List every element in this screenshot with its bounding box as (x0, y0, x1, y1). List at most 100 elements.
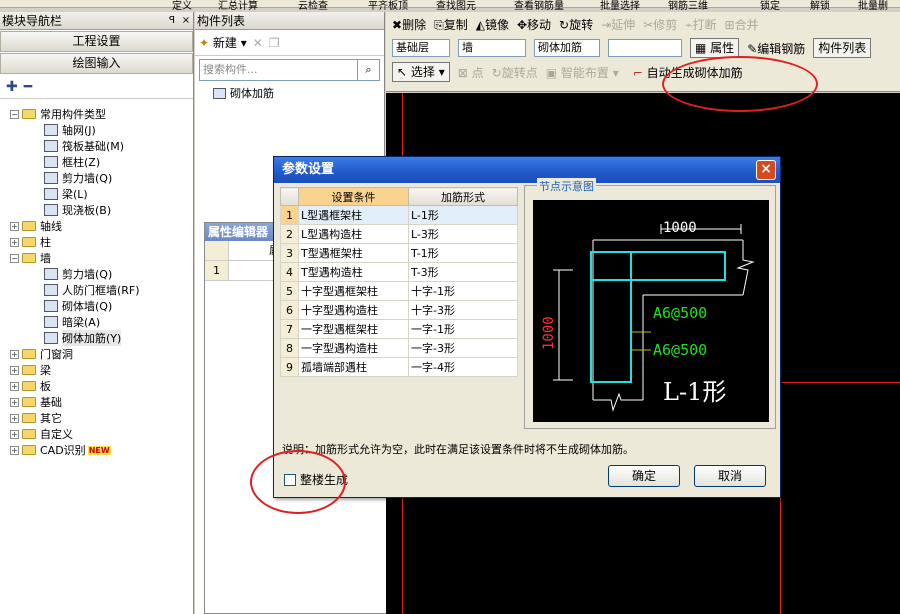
table-row[interactable]: 1 L型遇框架柱 L-1形 (280, 205, 518, 225)
component-item[interactable]: 砌体加筋 (213, 85, 384, 101)
toolbar-button-extend[interactable]: ⇥延伸 (601, 16, 635, 33)
tree-item[interactable]: 剪力墙(Q) (0, 266, 193, 282)
expand-icon[interactable]: + (10, 381, 19, 391)
expand-icon[interactable]: + (10, 445, 19, 455)
top-toolbar-item[interactable]: 解锁 (810, 0, 830, 12)
top-toolbar-item[interactable]: 定义 (172, 0, 192, 12)
condition-cell[interactable]: 十字型遇构造柱 (298, 300, 409, 320)
expand-icon[interactable]: + (10, 237, 19, 247)
form-cell[interactable]: L-1形 (408, 205, 518, 225)
top-toolbar-item[interactable]: 查找图元 (436, 0, 476, 12)
toolbar-button-break[interactable]: ⌁打断 (685, 16, 716, 33)
tree-item[interactable]: − 墙 (0, 250, 193, 266)
tree-item[interactable]: + 自定义 (0, 426, 193, 442)
condition-cell[interactable]: 十字型遇框架柱 (298, 281, 409, 301)
condition-cell[interactable]: 一字型遇框架柱 (298, 319, 409, 339)
expand-icon[interactable]: + (10, 349, 19, 359)
top-toolbar-item[interactable]: 云检查 (298, 0, 328, 12)
tree-item[interactable]: + 其它 (0, 410, 193, 426)
search-icon[interactable]: ⌕ (358, 59, 380, 81)
properties-button[interactable]: ▦ 属性 (690, 38, 740, 58)
table-row[interactable]: 2 L型遇构造柱 L-3形 (280, 224, 518, 244)
collapse-icon[interactable]: − (10, 253, 19, 263)
form-cell[interactable]: L-3形 (408, 224, 518, 244)
tree-item[interactable]: 砌体加筋(Y) (0, 330, 193, 346)
condition-cell[interactable]: T型遇构造柱 (298, 262, 409, 282)
top-toolbar-item[interactable]: 批量删 (858, 0, 888, 12)
form-cell[interactable]: 一字-3形 (408, 338, 518, 358)
new-component-button[interactable]: ✦ 新建 ▾ (199, 34, 247, 51)
collapse-all-icon[interactable]: ━ (24, 79, 32, 95)
top-toolbar-item[interactable]: 锁定 (760, 0, 780, 12)
top-toolbar-item[interactable]: 批量选择 (600, 0, 640, 12)
component-search-input[interactable]: 搜索构件... (199, 59, 358, 81)
table-row[interactable]: 9 孤墙端部遇柱 一字-4形 (280, 357, 518, 377)
form-cell[interactable]: T-3形 (408, 262, 518, 282)
tree-item[interactable]: + 柱 (0, 234, 193, 250)
smart-layout-button[interactable]: ▣ 智能布置 ▾ (546, 64, 619, 81)
condition-cell[interactable]: L型遇框架柱 (298, 205, 409, 225)
toolbar-button-move[interactable]: ✥移动 (517, 16, 551, 33)
type-dropdown[interactable]: 墙 (458, 39, 526, 57)
close-icon[interactable]: × (179, 15, 193, 26)
edit-rebar-button[interactable]: ✎编辑钢筋 (747, 40, 805, 57)
form-cell[interactable]: 十字-3形 (408, 300, 518, 320)
condition-cell[interactable]: T型遇框架柱 (298, 243, 409, 263)
floor-dropdown[interactable]: 基础层 (392, 39, 450, 57)
expand-icon[interactable]: + (10, 365, 19, 375)
tree-item[interactable]: + 板 (0, 378, 193, 394)
table-row[interactable]: 7 一字型遇框架柱 一字-1形 (280, 319, 518, 339)
condition-cell[interactable]: L型遇构造柱 (298, 224, 409, 244)
rotate-point-button[interactable]: ↻旋转点 (492, 64, 538, 81)
top-toolbar-item[interactable]: 钢筋三维 (668, 0, 708, 12)
project-settings-button[interactable]: 工程设置 (0, 31, 193, 52)
instance-dropdown[interactable] (608, 39, 682, 57)
expand-all-icon[interactable]: ✚ (6, 79, 18, 95)
expand-icon[interactable]: + (10, 397, 19, 407)
form-cell[interactable]: T-1形 (408, 243, 518, 263)
condition-cell[interactable]: 一字型遇构造柱 (298, 338, 409, 358)
toolbar-button-trim[interactable]: ✂修剪 (643, 16, 677, 33)
toolbar-button-merge[interactable]: ⊞合并 (725, 16, 759, 33)
cancel-button[interactable]: 取消 (694, 465, 766, 487)
copy-component-icon[interactable]: ❐ (269, 36, 280, 50)
tree-item[interactable]: 剪力墙(Q) (0, 170, 193, 186)
expand-icon[interactable]: + (10, 413, 19, 423)
form-cell[interactable]: 一字-4形 (408, 357, 518, 377)
tree-item[interactable]: + 轴线 (0, 218, 193, 234)
top-toolbar-item[interactable]: 查看钢筋量 (514, 0, 564, 12)
tree-item[interactable]: 现浇板(B) (0, 202, 193, 218)
tree-item[interactable]: − 常用构件类型 (0, 106, 193, 122)
tree-item[interactable]: 暗梁(A) (0, 314, 193, 330)
top-toolbar-item[interactable]: 汇总计算 (218, 0, 258, 12)
toolbar-button-copy[interactable]: ⎘复制 (434, 16, 468, 33)
toolbar-button-mirror[interactable]: ◭镜像 (476, 16, 509, 33)
table-row[interactable]: 8 一字型遇构造柱 一字-3形 (280, 338, 518, 358)
form-cell[interactable]: 十字-1形 (408, 281, 518, 301)
drawing-input-button[interactable]: 绘图输入 (0, 53, 193, 74)
select-button[interactable]: ↖ 选择 ▾ (392, 62, 450, 82)
dialog-close-button[interactable]: × (756, 160, 776, 180)
delete-component-icon[interactable]: ✕ (253, 36, 263, 50)
table-row[interactable]: 6 十字型遇构造柱 十字-3形 (280, 300, 518, 320)
tree-item[interactable]: 人防门框墙(RF) (0, 282, 193, 298)
tree-item[interactable]: + CAD识别 NEW (0, 442, 193, 458)
component-dropdown[interactable]: 砌体加筋 (534, 39, 600, 57)
tree-item[interactable]: + 门窗洞 (0, 346, 193, 362)
top-toolbar-item[interactable]: 平齐板顶 (368, 0, 408, 12)
tree-item[interactable]: + 基础 (0, 394, 193, 410)
collapse-icon[interactable]: − (10, 109, 19, 119)
tree-item[interactable]: 轴网(J) (0, 122, 193, 138)
col-header-condition[interactable]: 设置条件 (298, 187, 409, 206)
form-cell[interactable]: 一字-1形 (408, 319, 518, 339)
col-header-form[interactable]: 加筋形式 (408, 187, 518, 206)
component-list-button[interactable]: 构件列表 (813, 38, 872, 58)
tree-item[interactable]: 砌体墙(Q) (0, 298, 193, 314)
toolbar-button-rotate[interactable]: ↻旋转 (559, 16, 593, 33)
tree-item[interactable]: 筏板基础(M) (0, 138, 193, 154)
expand-icon[interactable]: + (10, 221, 19, 231)
table-row[interactable]: 5 十字型遇框架柱 十字-1形 (280, 281, 518, 301)
ok-button[interactable]: 确定 (608, 465, 680, 487)
tree-item[interactable]: 梁(L) (0, 186, 193, 202)
toolbar-button-delete[interactable]: ✖删除 (392, 16, 426, 33)
